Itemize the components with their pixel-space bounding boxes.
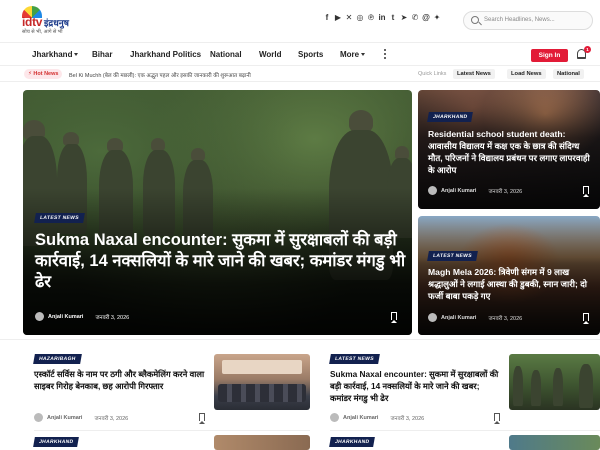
hot-news-ticker: ⚡ Hot News Bel Ki Muchh (बेल की मछली): ए…: [0, 66, 600, 82]
bookmark-icon[interactable]: [583, 186, 589, 197]
side-headline[interactable]: Magh Mela 2026: त्रिवेणी संगम में 9 लाख …: [428, 266, 596, 302]
list-article-thumbnail[interactable]: [214, 435, 310, 450]
bookmark-icon[interactable]: [391, 312, 397, 323]
telegram-icon[interactable]: ➤: [400, 13, 408, 23]
ticker-headline[interactable]: Bel Ki Muchh (बेल की मछली): एक अद्भुत पह…: [69, 71, 251, 79]
card-divider: [330, 430, 600, 431]
author-name[interactable]: Anjali Kumari: [343, 415, 378, 421]
hot-news-label: Hot News: [33, 71, 59, 77]
author-avatar: [428, 186, 437, 195]
hero-meta: Anjali Kumari जनवरी 3, 2026: [35, 312, 129, 321]
list-meta: Anjali Kumari जनवरी 3, 2026: [34, 413, 128, 422]
bookmark-icon[interactable]: [494, 413, 500, 424]
post-date: जनवरी 3, 2026: [488, 315, 523, 322]
side-article-card[interactable]: JHARKHAND Residential school student dea…: [418, 90, 600, 209]
category-tag[interactable]: HAZARIBAGH: [33, 354, 82, 364]
category-tag[interactable]: LATEST NEWS: [427, 251, 478, 261]
author-name[interactable]: Anjali Kumari: [47, 415, 82, 421]
quick-link-load-news[interactable]: Load News: [507, 69, 546, 79]
category-tag[interactable]: LATEST NEWS: [329, 354, 380, 364]
notification-count-badge: 1: [584, 46, 591, 53]
list-article-thumbnail[interactable]: [509, 354, 600, 410]
nav-item-national[interactable]: National: [210, 50, 242, 59]
side-headline[interactable]: Residential school student death: आवासीय…: [428, 128, 596, 176]
chevron-down-icon: [74, 53, 79, 56]
section-divider: [0, 339, 600, 340]
search-icon: [471, 16, 479, 24]
logo-hindi-wordmark: इंद्रधनुष: [44, 18, 69, 28]
author-name[interactable]: Anjali Kumari: [441, 188, 476, 194]
threads-icon[interactable]: @: [422, 13, 430, 23]
author-name[interactable]: Anjali Kumari: [441, 315, 476, 321]
facebook-icon[interactable]: f: [323, 13, 331, 23]
quick-link-latest-news[interactable]: Latest News: [453, 69, 495, 79]
nav-item-world[interactable]: World: [259, 50, 282, 59]
post-date: जनवरी 3, 2026: [390, 415, 425, 422]
list-headline[interactable]: Sukma Naxal encounter: सुकमा में सुरक्षा…: [330, 368, 502, 404]
x-twitter-icon[interactable]: ✕: [345, 13, 353, 23]
nav-item-label: Jharkhand: [32, 50, 73, 59]
site-header: idtv इंद्रधनुष सोच से भी, आगे से भी f ▶ …: [0, 0, 600, 42]
search-placeholder: Search Headlines, News...: [484, 17, 555, 23]
nav-item-sports[interactable]: Sports: [298, 50, 323, 59]
side-article-card[interactable]: LATEST NEWS Magh Mela 2026: त्रिवेणी संग…: [418, 216, 600, 335]
bookmark-icon[interactable]: [199, 413, 205, 424]
instagram-icon[interactable]: ◎: [356, 13, 364, 23]
author-avatar: [330, 413, 339, 422]
chevron-down-icon: [361, 53, 366, 56]
nav-item-bihar[interactable]: Bihar: [92, 50, 112, 59]
youtube-icon[interactable]: ▶: [334, 13, 342, 23]
search-input[interactable]: Search Headlines, News...: [463, 11, 593, 30]
quick-link-national[interactable]: National: [553, 69, 584, 79]
author-avatar: [34, 413, 43, 422]
nav-item-jharkhand[interactable]: Jharkhand: [32, 50, 79, 59]
post-date: जनवरी 3, 2026: [94, 415, 129, 422]
author-avatar: [428, 313, 437, 322]
tumblr-icon[interactable]: t: [389, 13, 397, 23]
logo-wordmark: idtv: [22, 15, 43, 29]
list-headline[interactable]: एस्कॉर्ट सर्विस के नाम पर ठगी और ब्लैकमे…: [34, 368, 209, 392]
bluesky-icon[interactable]: ✦: [433, 13, 441, 23]
post-date: जनवरी 3, 2026: [488, 188, 523, 195]
category-tag[interactable]: LATEST NEWS: [34, 213, 85, 223]
nav-item-more[interactable]: More: [340, 50, 366, 59]
site-logo[interactable]: idtv इंद्रधनुष सोच से भी, आगे से भी: [22, 6, 78, 36]
quick-links-label: Quick Links: [418, 71, 447, 77]
list-meta: Anjali Kumari जनवरी 3, 2026: [330, 413, 424, 422]
hero-article-card[interactable]: LATEST NEWS Sukma Naxal encounter: सुकमा…: [23, 90, 412, 335]
side-meta: Anjali Kumari जनवरी 3, 2026: [428, 313, 522, 322]
more-options-icon[interactable]: [384, 49, 387, 61]
linkedin-icon[interactable]: in: [378, 13, 386, 23]
category-tag[interactable]: JHARKHAND: [33, 437, 80, 447]
post-date: जनवरी 3, 2026: [95, 314, 130, 321]
bookmark-icon[interactable]: [583, 313, 589, 324]
side-meta: Anjali Kumari जनवरी 3, 2026: [428, 186, 522, 195]
main-nav: Jharkhand Bihar Jharkhand Politics Natio…: [0, 42, 600, 66]
author-name[interactable]: Anjali Kumari: [48, 314, 83, 320]
card-divider: [34, 430, 310, 431]
nav-item-label: More: [340, 50, 360, 59]
list-article-thumbnail[interactable]: [509, 435, 600, 450]
logo-tagline: सोच से भी, आगे से भी: [22, 29, 63, 35]
author-avatar: [35, 312, 44, 321]
pinterest-icon[interactable]: ℗: [367, 13, 375, 23]
category-tag[interactable]: JHARKHAND: [329, 437, 376, 447]
category-tag[interactable]: JHARKHAND: [427, 112, 474, 122]
sign-in-button[interactable]: Sign In: [531, 49, 568, 62]
list-article-thumbnail[interactable]: [214, 354, 310, 410]
hot-news-badge: ⚡ Hot News: [24, 69, 63, 79]
whatsapp-icon[interactable]: ✆: [411, 13, 419, 23]
nav-item-jharkhand-politics[interactable]: Jharkhand Politics: [130, 50, 201, 59]
hero-headline[interactable]: Sukma Naxal encounter: सुकमा में सुरक्षा…: [35, 230, 407, 293]
social-links: f ▶ ✕ ◎ ℗ in t ➤ ✆ @ ✦: [323, 13, 441, 23]
